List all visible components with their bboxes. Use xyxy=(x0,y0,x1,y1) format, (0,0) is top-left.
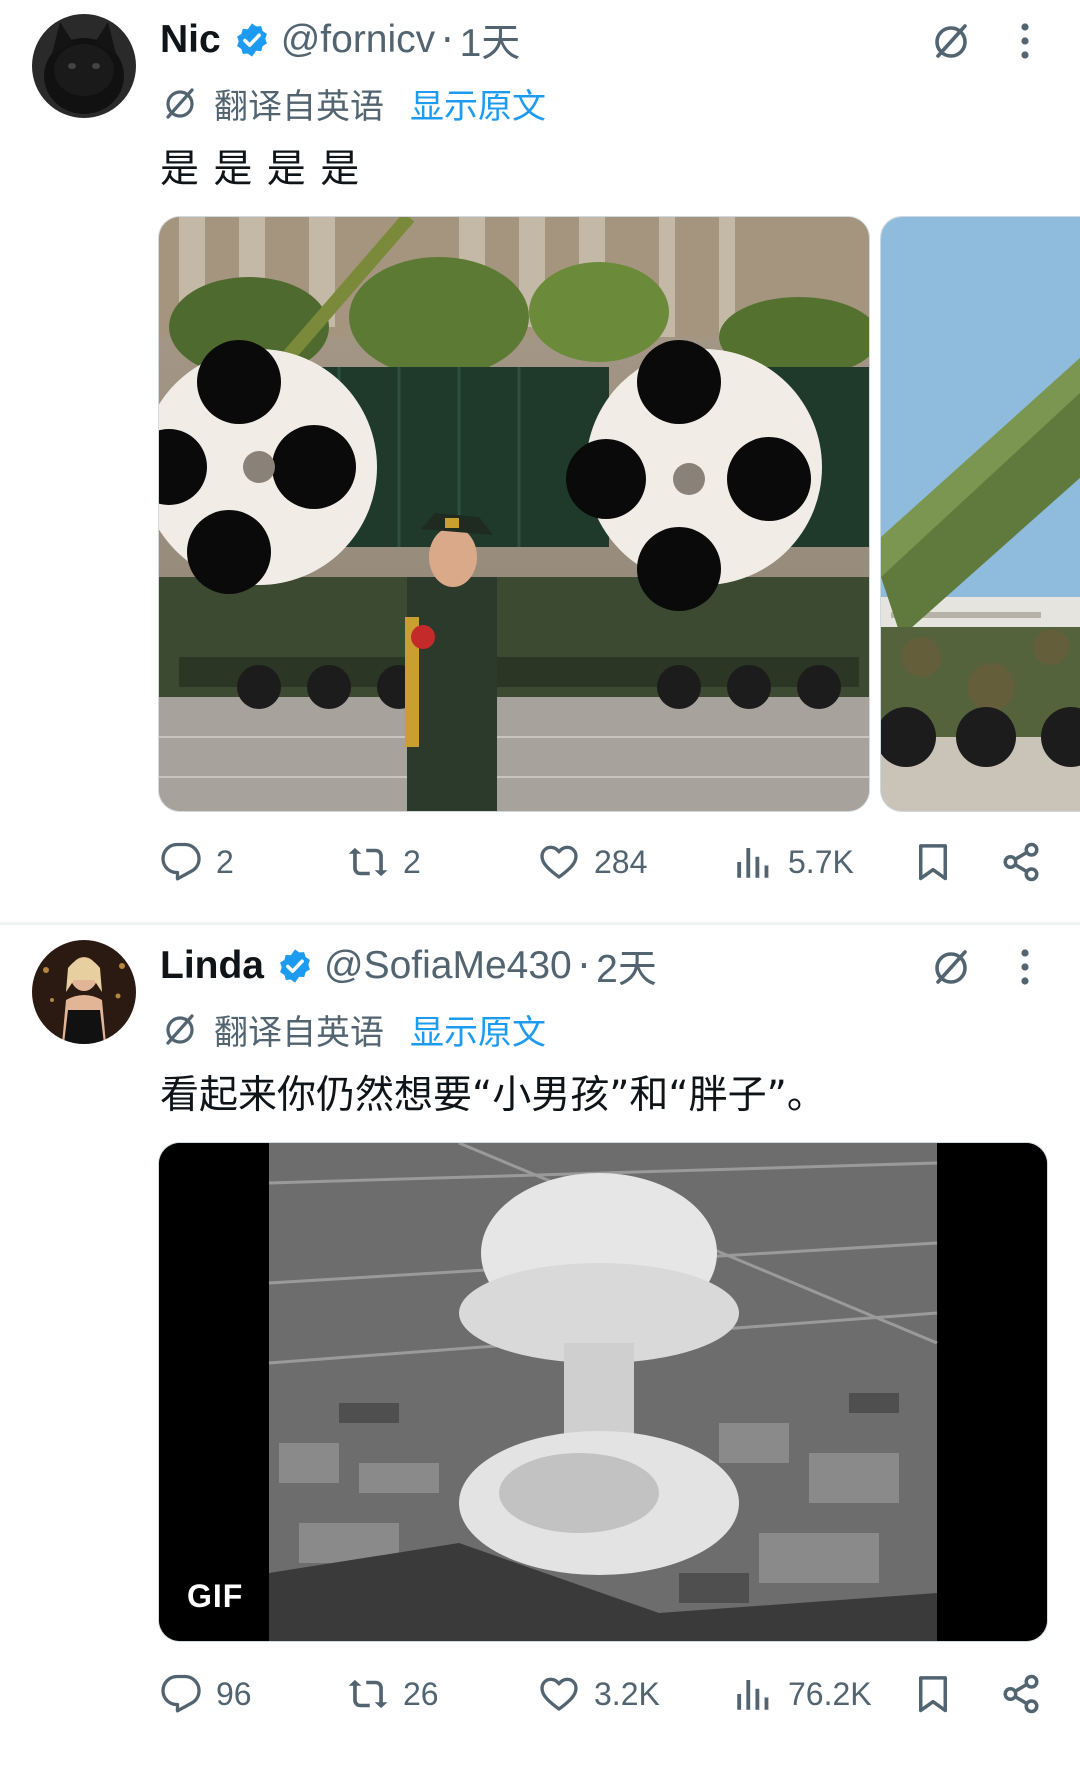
bookmark-button[interactable] xyxy=(912,1664,954,1724)
views-icon xyxy=(737,848,769,878)
views-count: 76.2K xyxy=(788,1675,872,1712)
share-icon xyxy=(1003,1674,1039,1714)
tweet-actions: 2 2 284 5.7K xyxy=(160,832,1060,892)
timestamp[interactable]: 1天 xyxy=(460,12,521,68)
like-icon xyxy=(540,845,578,879)
tweet[interactable]: Linda @SofiaMe430 · 2天 翻译自英语 显示原文 看起来你仍然… xyxy=(0,926,1080,1776)
grok-icon[interactable] xyxy=(928,18,974,64)
views-button[interactable]: 76.2K xyxy=(732,1664,872,1724)
tweet-header: Linda @SofiaMe430 · 2天 xyxy=(160,940,657,992)
views-icon xyxy=(737,1680,769,1710)
translated-label: 翻译自英语 xyxy=(214,1012,384,1053)
like-button[interactable]: 284 xyxy=(538,832,647,892)
translated-label: 翻译自英语 xyxy=(214,86,384,127)
reply-icon xyxy=(161,842,201,881)
timestamp[interactable]: 2天 xyxy=(596,938,657,994)
like-icon xyxy=(540,1677,578,1711)
repost-count: 2 xyxy=(403,843,421,880)
image-parade-rocket-launchers[interactable] xyxy=(158,216,870,812)
views-count: 5.7K xyxy=(788,843,854,880)
reply-count: 2 xyxy=(216,843,234,880)
author-handle[interactable]: @fornicv xyxy=(281,18,435,62)
tweet-divider xyxy=(0,922,1080,925)
verified-badge-icon xyxy=(236,23,267,57)
verified-badge-icon xyxy=(280,949,310,983)
like-button[interactable]: 3.2K xyxy=(538,1664,660,1724)
share-icon xyxy=(1003,842,1039,882)
tweet-text: 是 是 是 是 xyxy=(160,147,361,192)
tweet-header: Nic @fornicv · 1天 xyxy=(160,14,520,66)
repost-icon xyxy=(348,847,388,877)
repost-count: 26 xyxy=(403,1675,439,1712)
bookmark-button[interactable] xyxy=(912,832,954,892)
reply-button[interactable]: 96 xyxy=(160,1664,252,1724)
tweet[interactable]: Nic @fornicv · 1天 翻译自英语 显示原文 是 是 是 是 2 2… xyxy=(0,0,1080,925)
avatar[interactable] xyxy=(32,14,136,118)
author-name[interactable]: Nic xyxy=(160,18,221,62)
show-original-link[interactable]: 显示原文 xyxy=(410,79,546,128)
show-original-link[interactable]: 显示原文 xyxy=(410,1005,546,1054)
grok-icon[interactable] xyxy=(928,944,974,990)
bookmark-icon xyxy=(919,1676,947,1713)
gif-badge: GIF xyxy=(187,1578,244,1614)
author-handle[interactable]: @SofiaMe430 xyxy=(324,944,572,988)
author-name[interactable]: Linda xyxy=(160,944,264,988)
translation-bar: 翻译自英语 显示原文 xyxy=(160,1004,546,1054)
tweet-actions: 96 26 3.2K 76.2K xyxy=(160,1664,1060,1724)
avatar[interactable] xyxy=(32,940,136,1044)
tweet-text: 看起来你仍然想要“小男孩”和“胖子”。 xyxy=(160,1073,826,1118)
translation-bar: 翻译自英语 显示原文 xyxy=(160,78,546,128)
share-button[interactable] xyxy=(1000,1664,1042,1724)
share-button[interactable] xyxy=(1000,832,1042,892)
separator-dot: · xyxy=(441,17,454,63)
translate-icon xyxy=(166,1014,194,1045)
more-icon[interactable] xyxy=(1010,18,1040,64)
repost-button[interactable]: 26 xyxy=(347,1664,439,1724)
image-missile-on-truck[interactable] xyxy=(880,216,1080,812)
like-count: 3.2K xyxy=(594,1675,660,1712)
reply-button[interactable]: 2 xyxy=(160,832,234,892)
repost-button[interactable]: 2 xyxy=(347,832,421,892)
reply-icon xyxy=(161,1674,201,1713)
more-icon[interactable] xyxy=(1010,944,1040,990)
reply-count: 96 xyxy=(216,1675,252,1712)
gif-mushroom-cloud[interactable]: GIF xyxy=(158,1142,1048,1642)
translate-icon xyxy=(166,88,194,119)
like-count: 284 xyxy=(594,843,648,880)
bookmark-icon xyxy=(919,844,947,881)
views-button[interactable]: 5.7K xyxy=(732,832,854,892)
separator-dot: · xyxy=(577,943,591,989)
repost-icon xyxy=(348,1679,388,1709)
